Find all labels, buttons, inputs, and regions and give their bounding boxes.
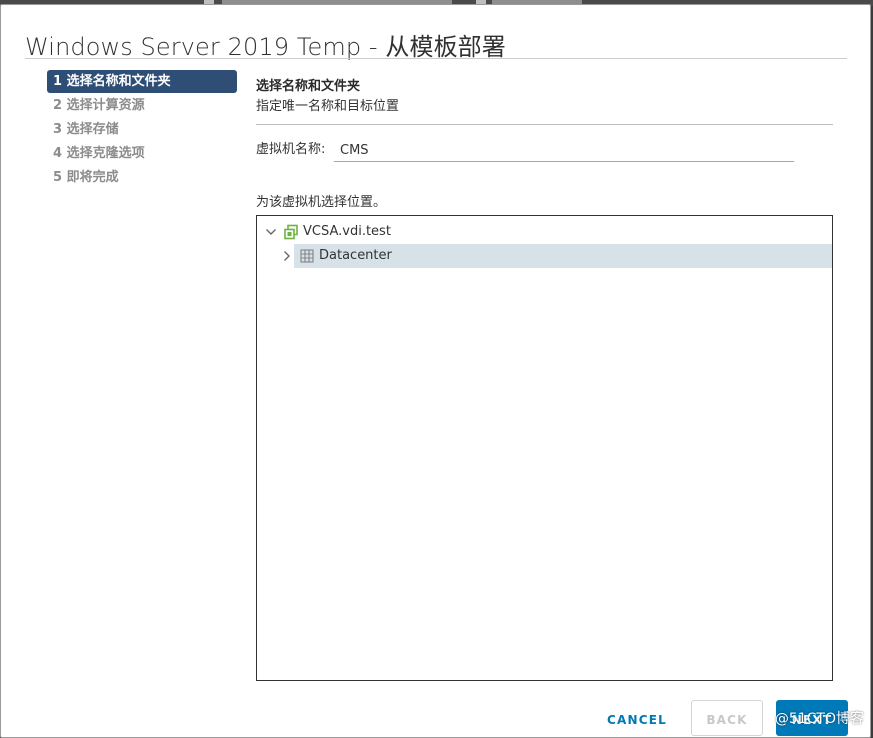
section-title: 选择名称和文件夹 xyxy=(256,79,361,94)
step-select-clone-options[interactable]: 4 选择克隆选项 xyxy=(47,142,237,166)
location-tree: VCSA.vdi.test Datacenter xyxy=(256,215,833,681)
deploy-from-template-dialog: Windows Server 2019 Temp - 从模板部署 1 选择名称和… xyxy=(0,4,871,738)
back-button[interactable]: BACK xyxy=(691,700,763,736)
watermark: @51CTO博客 xyxy=(774,711,864,727)
section-divider xyxy=(256,124,833,125)
dialog-footer: CANCEL BACK NEXT xyxy=(1,699,870,737)
tree-node-datacenter[interactable]: Datacenter xyxy=(257,244,832,268)
step-select-compute-resource[interactable]: 2 选择计算资源 xyxy=(47,94,237,118)
vm-name-label: 虚拟机名称: xyxy=(256,142,326,157)
tree-node-vcenter[interactable]: VCSA.vdi.test xyxy=(257,220,832,244)
chevron-down-icon[interactable] xyxy=(265,226,277,238)
location-label: 为该虚拟机选择位置。 xyxy=(256,195,387,210)
section-subtitle: 指定唯一名称和目标位置 xyxy=(256,99,400,114)
vm-name-input[interactable] xyxy=(334,139,794,162)
step-content: 选择名称和文件夹 指定唯一名称和目标位置 虚拟机名称: 为该虚拟机选择位置。 V… xyxy=(256,77,834,681)
tree-node-label: VCSA.vdi.test xyxy=(303,224,391,239)
dialog-title: Windows Server 2019 Temp - 从模板部署 xyxy=(25,33,506,61)
chevron-right-icon[interactable] xyxy=(281,250,293,262)
vcenter-icon xyxy=(284,224,298,240)
datacenter-icon xyxy=(300,249,314,263)
step-select-storage[interactable]: 3 选择存储 xyxy=(47,118,237,142)
step-ready-to-complete[interactable]: 5 即将完成 xyxy=(47,166,237,190)
cancel-button[interactable]: CANCEL xyxy=(597,701,677,737)
step-select-name-folder[interactable]: 1 选择名称和文件夹 xyxy=(47,70,237,93)
vm-name-row: 虚拟机名称: xyxy=(256,139,816,163)
wizard-steps: 1 选择名称和文件夹 2 选择计算资源 3 选择存储 4 选择克隆选项 5 即将… xyxy=(47,70,237,190)
tree-node-label: Datacenter xyxy=(319,248,392,263)
title-divider xyxy=(25,58,847,59)
